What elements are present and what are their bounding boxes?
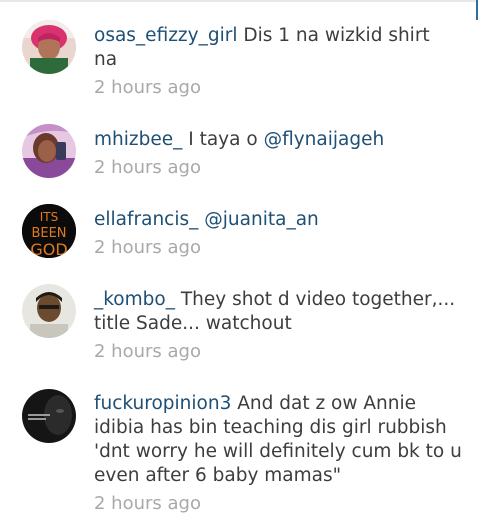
- comment-text: idibia has bin teaching dis girl rubbish: [94, 417, 447, 438]
- comment-text: na: [94, 49, 118, 70]
- avatar-text-god: GOD: [30, 240, 67, 258]
- avatar-fuckuropinion3[interactable]: [22, 389, 76, 443]
- timestamp: 2 hours ago: [94, 493, 201, 514]
- avatar-text-been: BEEN: [31, 226, 66, 241]
- mention-link[interactable]: @flynaijageh: [264, 129, 385, 150]
- comment-text: Dis 1 na wizkid shirt: [243, 25, 430, 46]
- avatar-kombo[interactable]: [22, 284, 76, 338]
- username-link[interactable]: osas_efizzy_girl: [94, 25, 237, 46]
- comment-text: title Sade... watchout: [94, 313, 292, 334]
- comment-text: 'dnt worry he will definitely cum bk to …: [94, 441, 462, 462]
- mention-link[interactable]: @juanita_an: [204, 209, 318, 230]
- comment-body: osas_efizzy_girl Dis 1 na wizkid shirt n…: [94, 24, 464, 100]
- timestamp: 2 hours ago: [94, 77, 201, 98]
- timestamp: 2 hours ago: [94, 157, 201, 178]
- comment-text: And dat z ow Annie: [237, 393, 417, 414]
- comment-text: even after 6 baby mamas": [94, 465, 342, 486]
- comment-body: ellafrancis_ @juanita_an 2 hours ago: [94, 208, 464, 260]
- timestamp: 2 hours ago: [94, 341, 201, 362]
- comment-text: I taya o: [188, 129, 258, 150]
- comment-body: mhizbee_ I taya o @flynaijageh 2 hours a…: [94, 128, 464, 180]
- comment-body: _kombo_ They shot d video together,... t…: [94, 288, 464, 364]
- avatar-osas-efizzy-girl[interactable]: [22, 20, 76, 74]
- timestamp: 2 hours ago: [94, 237, 201, 258]
- username-link[interactable]: mhizbee_: [94, 129, 182, 150]
- username-link[interactable]: fuckuropinion3: [94, 393, 231, 414]
- username-link[interactable]: ellafrancis_: [94, 209, 198, 230]
- top-divider: [0, 0, 478, 2]
- avatar-text-its: ITS: [40, 210, 59, 224]
- comment-text: They shot d video together,...: [180, 289, 456, 310]
- avatar-ellafrancis[interactable]: ITS BEEN GOD: [22, 204, 76, 258]
- avatar-mhizbee[interactable]: [22, 124, 76, 178]
- comment-body: fuckuropinion3 And dat z ow Annie idibia…: [94, 392, 464, 516]
- username-link[interactable]: _kombo_: [94, 289, 175, 310]
